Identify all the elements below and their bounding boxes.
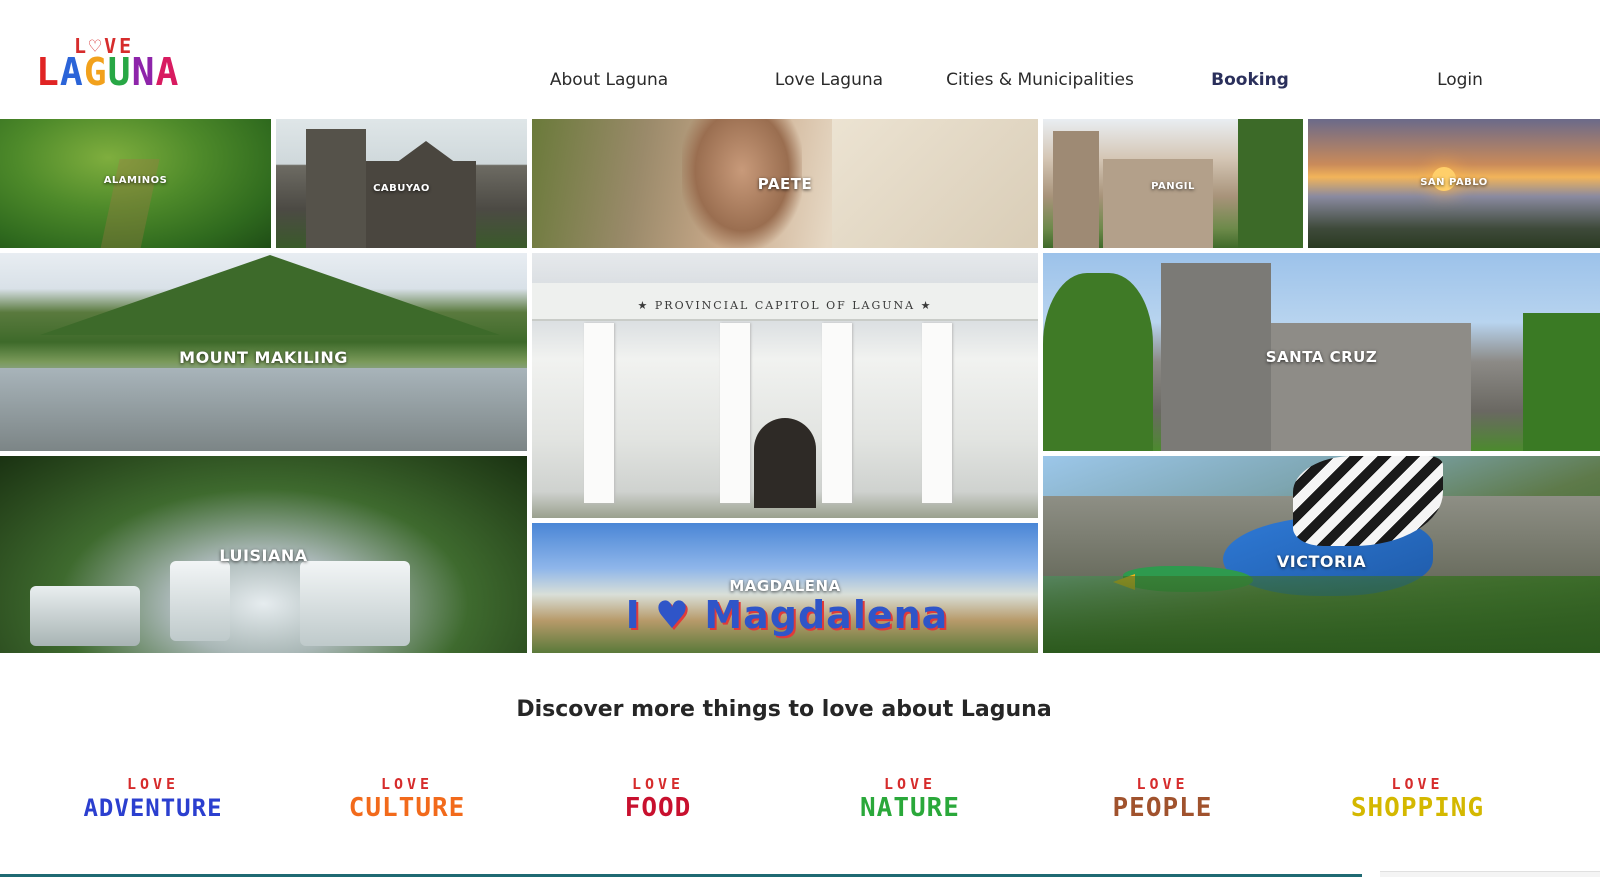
category-word: SHOPPING <box>1350 793 1485 823</box>
nav-cities-municipalities[interactable]: Cities & Municipalities <box>946 70 1134 90</box>
love-food-link[interactable]: LOVE FOOD <box>593 776 723 826</box>
church-body <box>1103 159 1213 248</box>
love-nature-link[interactable]: LOVE NATURE <box>830 776 990 826</box>
mountain-shape <box>40 255 500 335</box>
rice-paddy-water <box>0 368 527 451</box>
love-label: LOVE <box>380 775 434 793</box>
tile-label: VICTORIA <box>1276 552 1367 571</box>
love-label: LOVE <box>883 775 937 793</box>
love-label: LOVE <box>631 775 685 793</box>
tile-victoria[interactable]: VICTORIA <box>1043 456 1600 653</box>
waterfall-stream <box>300 561 410 646</box>
tile-paete[interactable]: PAETE <box>532 119 1038 248</box>
footer-divider <box>0 874 1362 877</box>
footer-edge <box>1380 871 1600 877</box>
capitol-sign: ★ PROVINCIAL CAPITOL OF LAGUNA ★ <box>637 299 933 312</box>
love-adventure-link[interactable]: LOVE ADVENTURE <box>68 776 238 826</box>
church-gable <box>396 141 456 163</box>
tile-label: MAGDALENA <box>729 577 841 595</box>
tile-provincial-capitol[interactable]: ★ PROVINCIAL CAPITOL OF LAGUNA ★ <box>532 253 1038 518</box>
tile-santa-cruz[interactable]: SANTA CRUZ <box>1043 253 1600 451</box>
love-culture-link[interactable]: LOVE CULTURE <box>322 776 492 826</box>
column <box>720 323 750 503</box>
main-entrance-door <box>754 418 816 508</box>
tile-magdalena[interactable]: I ♥ Magdalena MAGDALENA <box>532 523 1038 653</box>
tile-cabuyao[interactable]: CABUYAO <box>276 119 527 248</box>
church-facade <box>366 161 476 248</box>
tile-label: MOUNT MAKILING <box>179 348 348 367</box>
main-navigation: About Laguna Love Laguna Cities & Munici… <box>0 70 1600 98</box>
tile-label: LUISIANA <box>219 546 308 565</box>
tile-label: PAETE <box>757 175 813 193</box>
church-facade <box>1271 323 1471 451</box>
foliage <box>1043 576 1600 653</box>
column <box>584 323 614 503</box>
nav-about-laguna[interactable]: About Laguna <box>550 70 668 90</box>
tile-label: SANTA CRUZ <box>1265 348 1378 366</box>
waterfall-stream <box>170 561 230 641</box>
love-label: LOVE <box>1136 775 1189 793</box>
tile-label: PANGIL <box>1151 181 1195 192</box>
category-word: FOOD <box>624 793 692 823</box>
nav-love-laguna[interactable]: Love Laguna <box>775 70 883 90</box>
nav-login[interactable]: Login <box>1437 70 1483 90</box>
tile-pangil[interactable]: PANGIL <box>1043 119 1303 248</box>
site-header: L♡VE LAGUNA About Laguna Love Laguna Cit… <box>0 0 1600 119</box>
category-word: ADVENTURE <box>83 794 223 822</box>
love-shopping-link[interactable]: LOVE SHOPPING <box>1325 776 1510 826</box>
tile-san-pablo[interactable]: SAN PABLO <box>1308 119 1600 248</box>
column <box>822 323 852 503</box>
tile-label: CABUYAO <box>373 183 430 194</box>
tile-label: SAN PABLO <box>1420 177 1488 188</box>
tile-alaminos[interactable]: ALAMINOS <box>0 119 271 248</box>
love-label: LOVE <box>126 775 180 793</box>
tile-mount-makiling[interactable]: MOUNT MAKILING <box>0 253 527 451</box>
category-word: PEOPLE <box>1112 793 1213 823</box>
tile-label: ALAMINOS <box>103 175 168 186</box>
column <box>922 323 952 503</box>
nav-booking[interactable]: Booking <box>1211 70 1289 90</box>
discover-heading: Discover more things to love about Lagun… <box>516 697 1052 722</box>
category-word: CULTURE <box>348 793 466 823</box>
waterfall-stream <box>30 586 140 646</box>
tile-luisiana[interactable]: LUISIANA <box>0 456 527 653</box>
tree <box>1523 313 1600 451</box>
trail-path <box>100 159 160 248</box>
love-label: LOVE <box>1391 775 1444 793</box>
magdalena-sign: I ♥ Magdalena <box>625 593 949 637</box>
love-people-link[interactable]: LOVE PEOPLE <box>1085 776 1240 826</box>
category-word: NATURE <box>860 793 960 823</box>
